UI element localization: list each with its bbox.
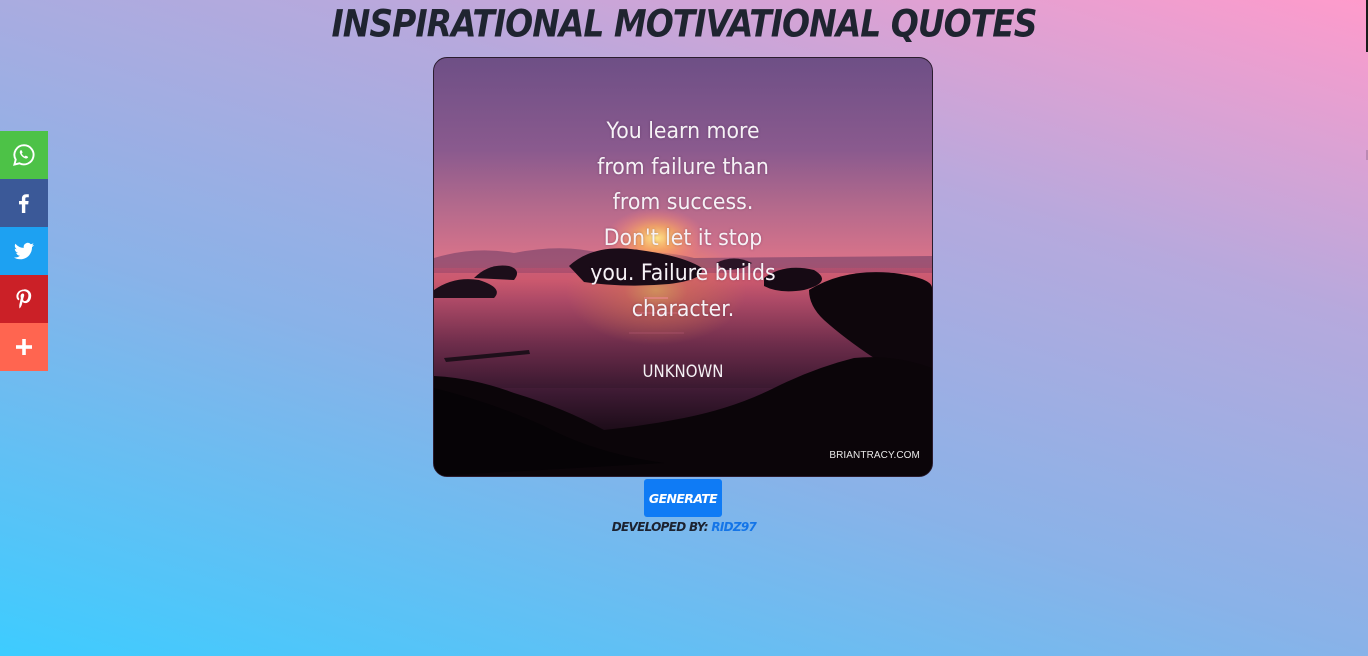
share-button-whatsapp[interactable] [0, 131, 48, 179]
facebook-icon [12, 191, 36, 215]
developer-link[interactable]: Ridz97 [711, 520, 757, 534]
quote-line: from failure than [597, 154, 769, 180]
quote-line: character. [631, 296, 735, 322]
share-button-more[interactable] [0, 323, 48, 371]
quote-line: you. Failure builds [590, 261, 776, 286]
plus-icon [14, 337, 34, 357]
share-sidebar [0, 131, 48, 371]
quote-source-watermark: BRIANTRACY.COM [829, 450, 920, 461]
generate-button[interactable]: Generate [644, 479, 722, 517]
quote-line: from success. [612, 190, 754, 215]
quote-image-card: You learn more from failure than from su… [433, 57, 933, 477]
quote-line: You learn more [606, 119, 760, 144]
quote-text: You learn more from failure than from su… [585, 114, 780, 327]
share-button-pinterest[interactable] [0, 275, 48, 323]
quote-line: Don't let it stop [603, 225, 763, 251]
page-title: Inspirational Motivational Quotes [331, 2, 1037, 46]
quote-author: UNKNOWN [642, 362, 724, 382]
developer-credits: Developed By: Ridz97 [0, 520, 1368, 534]
share-button-facebook[interactable] [0, 179, 48, 227]
whatsapp-icon [12, 143, 36, 167]
pinterest-icon [12, 287, 36, 311]
developed-by-label: Developed By: [611, 520, 709, 534]
share-button-twitter[interactable] [0, 227, 48, 275]
twitter-icon [12, 239, 36, 263]
